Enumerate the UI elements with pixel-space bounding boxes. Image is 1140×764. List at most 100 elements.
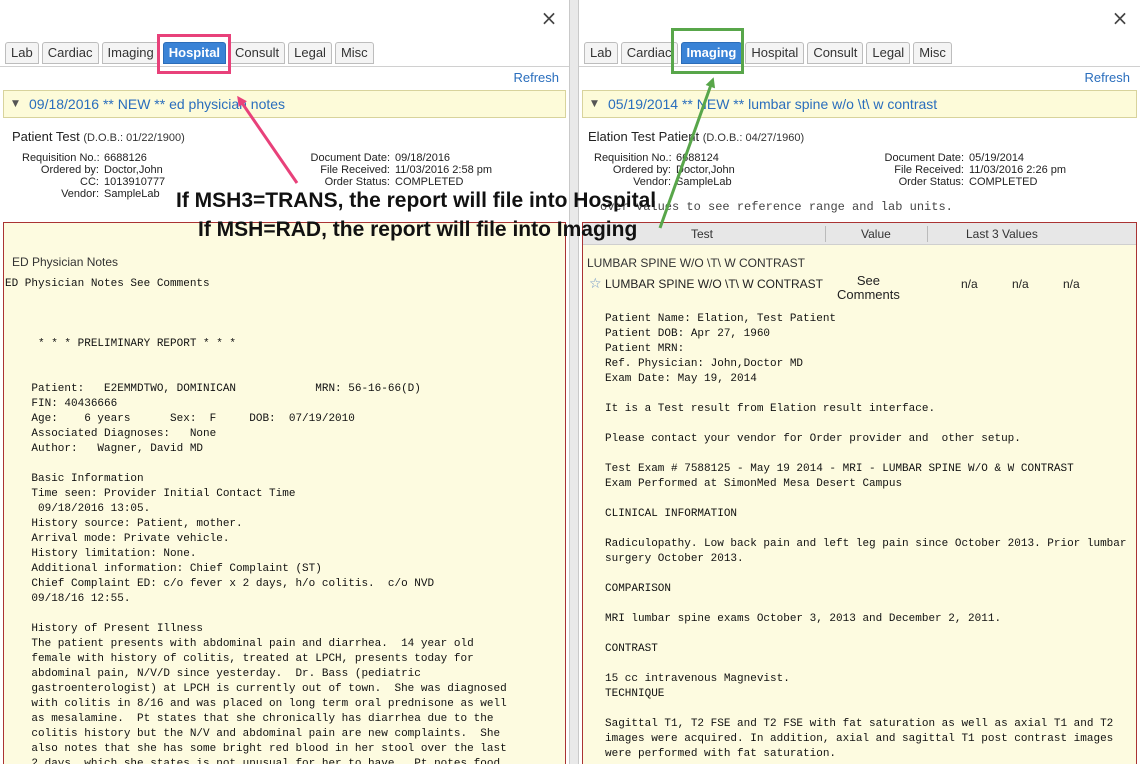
meta-key: Ordered by: [612, 164, 671, 176]
patient-name-text: Elation Test Patient [588, 129, 700, 144]
patient-dob: (D.O.B.: 01/22/1900) [83, 132, 185, 144]
meta-key: File Received: [894, 164, 964, 176]
meta-row: Requisition No.: 6688124 [594, 152, 735, 164]
category-tabs: Lab Cardiac Imaging Hospital Consult Leg… [5, 42, 374, 64]
tab-legal[interactable]: Legal [288, 42, 332, 64]
left-report-panel: × Lab Cardiac Imaging Hospital Consult L… [0, 0, 570, 764]
meta-key: Vendor: [61, 188, 99, 200]
section-label: LUMBAR SPINE W/O \T\ W CONTRAST [587, 256, 806, 270]
star-icon[interactable]: ☆ [589, 276, 602, 292]
meta-value: 11/03/2016 2:58 pm [395, 164, 493, 176]
tab-imaging[interactable]: Imaging [680, 42, 743, 64]
collapse-caret-icon[interactable]: ▼ [12, 99, 19, 109]
meta-key: CC: [80, 176, 99, 188]
meta-row: File Received: 11/03/2016 2:58 pm [277, 164, 492, 176]
meta-row: Requisition No.: 6688126 [22, 152, 165, 164]
column-separator [825, 226, 826, 242]
meta-row: Document Date: 09/18/2016 [277, 152, 492, 164]
tab-hospital[interactable]: Hospital [745, 42, 805, 64]
meta-key: Document Date: [310, 152, 390, 164]
meta-value: 05/19/2014 [969, 152, 1025, 164]
last-value: n/a [961, 277, 978, 291]
result-value[interactable]: See Comments [837, 274, 900, 302]
meta-value: COMPLETED [969, 176, 1038, 188]
last-value: n/a [1012, 277, 1029, 291]
meta-value: 1013910777 [104, 176, 166, 188]
tab-imaging[interactable]: Imaging [101, 42, 160, 64]
annotation-imaging-rule: If MSH=RAD, the report will file into Im… [198, 218, 638, 241]
meta-key: Order Status: [324, 176, 390, 188]
meta-key: Ordered by: [40, 164, 99, 176]
tab-lab[interactable]: Lab [584, 42, 618, 64]
meta-row: CC: 1013910777 [22, 176, 165, 188]
refresh-link[interactable]: Refresh [1084, 70, 1130, 85]
tab-legal[interactable]: Legal [866, 42, 911, 64]
patient-name-text: Patient Test [12, 129, 80, 144]
column-last-3-values: Last 3 Values [966, 227, 1038, 241]
meta-value: SampleLab [676, 176, 732, 188]
tab-lab[interactable]: Lab [5, 42, 39, 64]
result-value-line: See [856, 273, 880, 288]
order-meta-right: Document Date: 09/18/2016 File Received: 1… [277, 152, 493, 188]
patient-name: Patient Test (D.O.B.: 01/22/1900) [12, 129, 185, 144]
results-table[interactable]: Test Value Last 3 Values LUMBAR SPINE W/… [582, 222, 1137, 764]
refresh-bar: Refresh [0, 66, 569, 89]
report-header[interactable]: ▼ 09/18/2016 ** NEW ** ed physician note… [3, 90, 566, 118]
meta-key: Vendor: [633, 176, 671, 188]
tab-hospital[interactable]: Hospital [162, 42, 227, 64]
meta-row: File Received: 11/03/2016 2:26 pm [851, 164, 1066, 176]
result-name: LUMBAR SPINE W/O \T\ W CONTRAST [605, 277, 824, 291]
patient-name: Elation Test Patient (D.O.B.: 04/27/1960… [588, 129, 804, 144]
panel-divider [570, 0, 578, 764]
tab-consult[interactable]: Consult [807, 42, 864, 64]
meta-value: COMPLETED [395, 176, 464, 188]
report-title[interactable]: 09/18/2016 ** NEW ** ed physician notes [29, 96, 285, 112]
meta-row: Vendor: SampleLab [22, 188, 165, 200]
collapse-caret-icon[interactable]: ▼ [591, 99, 598, 109]
meta-value: 09/18/2016 [395, 152, 451, 164]
table-row[interactable]: ☆ LUMBAR SPINE W/O \T\ W CONTRAST See Co… [587, 274, 1132, 306]
column-separator [927, 226, 928, 242]
column-test: Test [691, 227, 714, 241]
close-icon[interactable]: × [539, 8, 559, 28]
right-report-panel: × Lab Cardiac Imaging Hospital Consult L… [578, 0, 1140, 764]
report-title[interactable]: 05/19/2014 ** NEW ** lumbar spine w/o \t… [608, 96, 937, 112]
patient-dob: (D.O.B.: 04/27/1960) [702, 132, 805, 144]
last-value: n/a [1063, 277, 1080, 291]
tab-misc[interactable]: Misc [334, 42, 374, 64]
meta-key: Order Status: [898, 176, 964, 188]
meta-row: Ordered by: Doctor,John [594, 164, 735, 176]
section-label: ED Physician Notes [12, 255, 119, 269]
meta-row: Order Status: COMPLETED [851, 176, 1066, 188]
annotation-hospital-rule: If MSH3=TRANS, the report will file into… [176, 189, 657, 212]
meta-key: File Received: [320, 164, 390, 176]
column-value: Value [861, 227, 891, 241]
meta-row: Ordered by: Doctor,John [22, 164, 165, 176]
tab-cardiac[interactable]: Cardiac [620, 42, 678, 64]
report-text: ED Physician Notes See Comments * * * PR… [5, 278, 507, 764]
meta-value: 6688124 [676, 152, 719, 164]
report-header[interactable]: ▼ 05/19/2014 ** NEW ** lumbar spine w/o … [582, 90, 1137, 118]
tab-misc[interactable]: Misc [913, 42, 952, 64]
meta-row: Order Status: COMPLETED [277, 176, 492, 188]
meta-row: Vendor: SampleLab [594, 176, 735, 188]
meta-row: Document Date: 05/19/2014 [851, 152, 1066, 164]
refresh-link[interactable]: Refresh [513, 70, 559, 85]
meta-value: Doctor,John [676, 164, 735, 176]
report-text: Patient Name: Elation, Test Patient Pati… [605, 313, 1127, 760]
results-column-header: Test Value Last 3 Values [583, 223, 1136, 245]
tab-cardiac[interactable]: Cardiac [41, 42, 99, 64]
order-meta-left: Requisition No.: 6688124 Ordered by: Docto… [594, 152, 735, 188]
meta-key: Document Date: [884, 152, 964, 164]
meta-value: 11/03/2016 2:26 pm [969, 164, 1067, 176]
tab-consult[interactable]: Consult [229, 42, 286, 64]
meta-value: Doctor,John [104, 164, 163, 176]
close-icon[interactable]: × [1110, 8, 1130, 28]
meta-key: Requisition No.: [594, 152, 672, 164]
report-body[interactable]: ED Physician Notes ED Physician Notes Se… [3, 222, 566, 764]
order-meta-right: Document Date: 05/19/2014 File Received: 1… [851, 152, 1067, 188]
meta-key: Requisition No.: [22, 152, 100, 164]
meta-value: SampleLab [104, 188, 160, 200]
meta-value: 6688126 [104, 152, 147, 164]
category-tabs: Lab Cardiac Imaging Hospital Consult Leg… [584, 42, 952, 64]
